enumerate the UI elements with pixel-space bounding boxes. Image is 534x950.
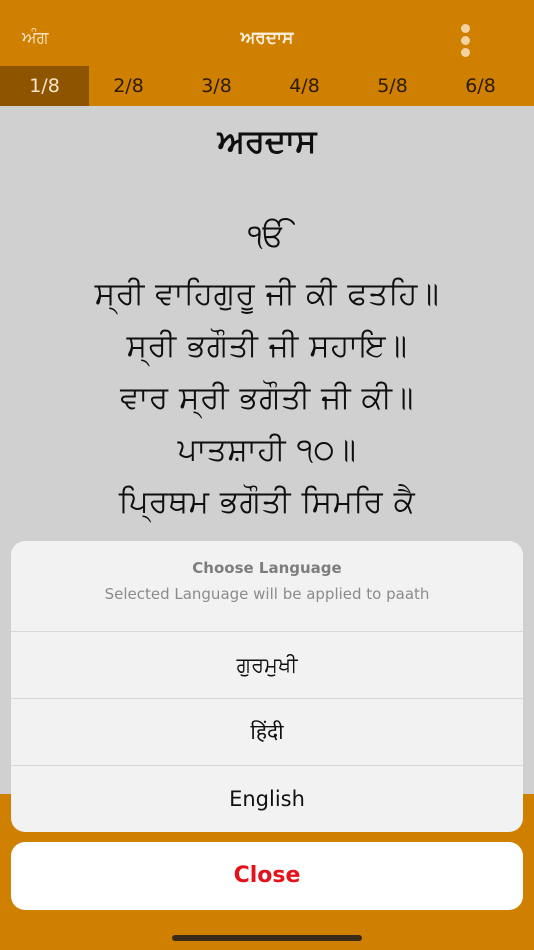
app-header: ਅੰਗ ਅਰਦਾਸ: [0, 0, 534, 66]
home-indicator: [172, 935, 362, 941]
tab-3[interactable]: 3/8: [172, 66, 261, 106]
tab-label: 2/8: [113, 75, 144, 97]
tab-label: 6/8: [465, 75, 496, 97]
verse-line: ਪਾਤਸ਼ਾਹੀ ੧੦॥: [177, 432, 357, 468]
verse-line: ਪ੍ਰਿਥਮ ਭਗੌਤੀ ਸਿਮਰਿ ਕੈ: [118, 484, 416, 520]
tab-label: 5/8: [377, 75, 408, 97]
more-vertical-icon-dot: [461, 48, 470, 57]
tab-6[interactable]: 6/8: [436, 66, 525, 106]
tab-label: 4/8: [289, 75, 320, 97]
more-vertical-icon-dot: [461, 36, 470, 45]
sheet-subtitle: Selected Language will be applied to paa…: [104, 585, 430, 603]
close-button[interactable]: Close: [11, 842, 523, 910]
verse-line: ਵਾਰ ਸ੍ਰੀ ਭਗੌਤੀ ਜੀ ਕੀ॥: [120, 380, 414, 416]
language-action-sheet: Choose Language Selected Language will b…: [11, 541, 523, 832]
option-hindi[interactable]: हिंदी: [11, 699, 523, 766]
option-english[interactable]: English: [11, 766, 523, 832]
tab-1[interactable]: 1/8: [0, 66, 89, 106]
more-menu-button[interactable]: [453, 24, 479, 58]
tab-label: 3/8: [201, 75, 232, 97]
verse-line: ਸ੍ਰੀ ਵਾਹਿਗੁਰੂ ਜੀ ਕੀ ਫਤਹਿ॥: [94, 276, 440, 312]
verse-line: ੴ: [247, 218, 287, 254]
page-tabs: 1/8 2/8 3/8 4/8 5/8 6/8: [0, 66, 534, 106]
tab-5[interactable]: 5/8: [348, 66, 437, 106]
tab-4[interactable]: 4/8: [260, 66, 349, 106]
sheet-header: Choose Language Selected Language will b…: [11, 541, 523, 632]
tab-label: 1/8: [29, 75, 60, 97]
option-gurmukhi[interactable]: ਗੁਰਮੁਖੀ: [11, 632, 523, 699]
more-vertical-icon: [461, 24, 470, 33]
tab-2[interactable]: 2/8: [84, 66, 173, 106]
verse-line: ਸ੍ਰੀ ਭਗੌਤੀ ਜੀ ਸਹਾਇ॥: [126, 328, 408, 364]
content-title: ਅਰਦਾਸ: [217, 122, 317, 160]
sheet-title: Choose Language: [192, 559, 342, 577]
